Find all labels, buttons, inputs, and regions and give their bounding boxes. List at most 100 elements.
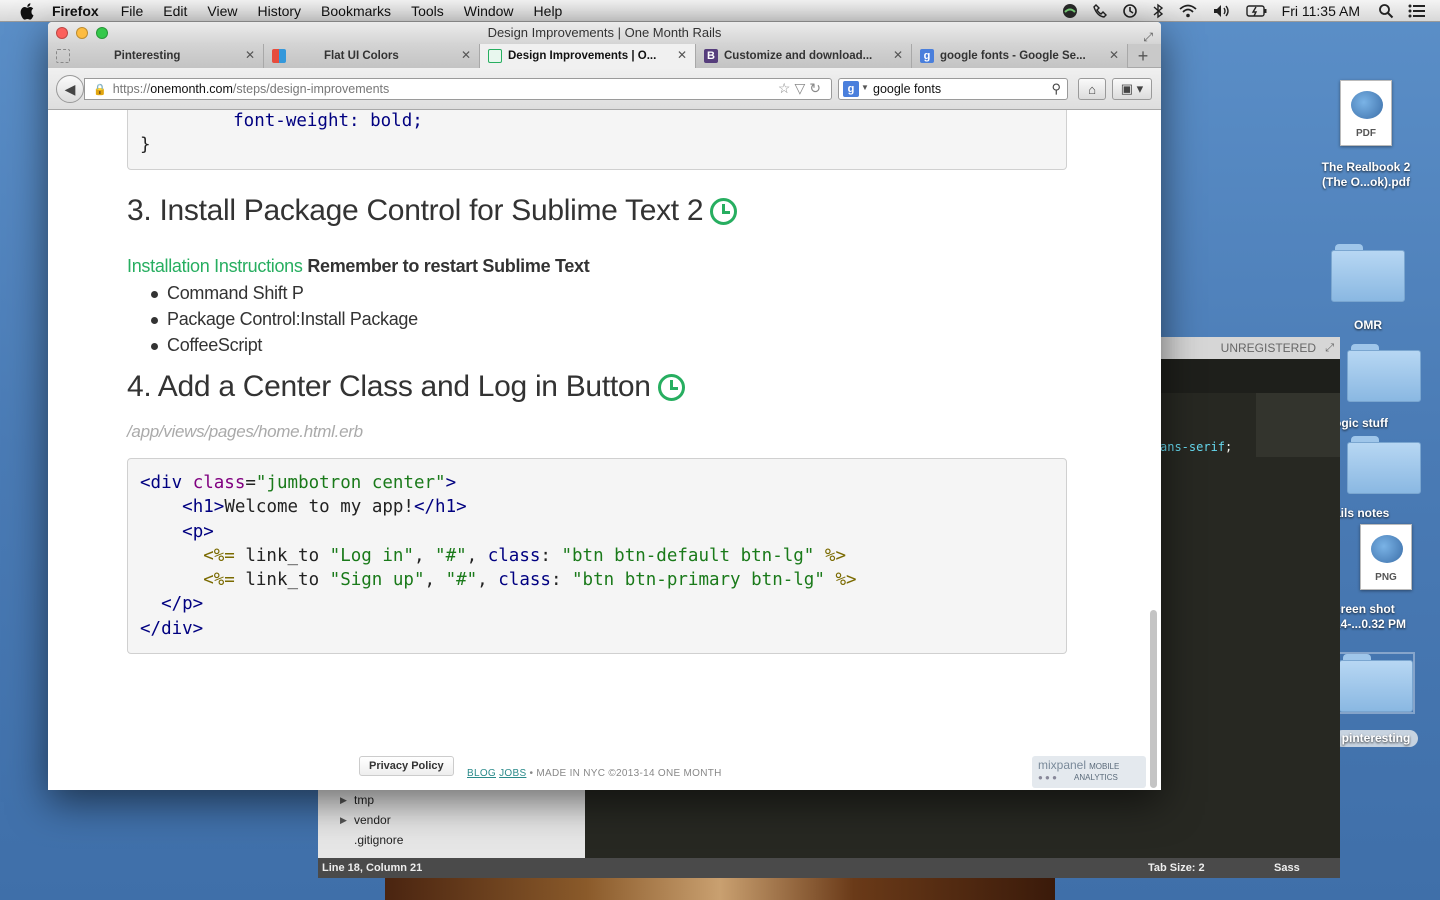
sidebar-file-gitignore[interactable]: .gitignore (318, 830, 585, 850)
sublime-minimap[interactable] (1256, 393, 1340, 457)
code-line: </div> (140, 618, 204, 639)
close-tab-icon[interactable]: ✕ (1109, 48, 1119, 62)
apple-icon[interactable] (18, 1, 38, 21)
sublime-tab-bar (1160, 359, 1340, 393)
battery-icon[interactable] (1245, 4, 1268, 18)
tab-google-fonts-search[interactable]: g google fonts - Google Se... ✕ (912, 44, 1128, 68)
close-tab-icon[interactable]: ✕ (893, 48, 903, 62)
folder-icon (1347, 344, 1421, 402)
menu-bookmarks[interactable]: Bookmarks (321, 3, 391, 19)
jobs-link[interactable]: JOBS (499, 768, 526, 779)
disclosure-triangle-icon[interactable]: ▶ (340, 795, 354, 806)
installation-instructions-link[interactable]: Installation Instructions (127, 256, 303, 276)
time-machine-icon[interactable] (1122, 3, 1138, 19)
sidebar-folder-vendor[interactable]: ▶ vendor (318, 810, 585, 830)
erb-code-block: <div class="jumbotron center"> <h1>Welco… (127, 458, 1067, 654)
mixpanel-dots-icon: ● ● ● (1038, 773, 1057, 782)
bookmarks-menu-button[interactable]: ▣ ▾ (1112, 78, 1152, 100)
code-line: <p> (182, 521, 214, 542)
pdf-file-icon: PDF (1340, 80, 1392, 146)
lock-icon[interactable]: 🔒 (93, 83, 107, 96)
desktop-icon-realbook-pdf[interactable]: PDF The Realbook 2 (The O...ok).pdf (1308, 80, 1424, 190)
new-tab-button[interactable]: + (1128, 44, 1158, 68)
privacy-policy-button[interactable]: Privacy Policy (359, 756, 454, 776)
folder-icon (1331, 244, 1405, 302)
desktop-icon-rails-notes-folder[interactable]: ails notes (1334, 436, 1434, 521)
zoom-window-button[interactable] (96, 27, 108, 39)
bookmark-star-icon[interactable]: ☆ (778, 80, 795, 96)
close-window-button[interactable] (56, 27, 68, 39)
disclosure-triangle-icon[interactable]: ▶ (340, 815, 354, 826)
folder-icon (1337, 652, 1415, 714)
phone-icon[interactable] (1092, 3, 1108, 19)
menu-edit[interactable]: Edit (163, 3, 187, 19)
desktop-icon-logic-folder[interactable]: ogic stuff (1334, 344, 1434, 431)
menu-tools[interactable]: Tools (411, 3, 444, 19)
page-content[interactable]: font-weight: bold; } 3. Install Package … (48, 110, 1161, 790)
minimize-window-button[interactable] (76, 27, 88, 39)
spotlight-search-icon[interactable] (1378, 3, 1394, 19)
reload-icon[interactable]: ↻ (809, 80, 825, 96)
step-3-list: Command Shift P Package Control:Install … (151, 282, 418, 360)
volume-icon[interactable] (1212, 3, 1232, 19)
google-search-engine-icon[interactable]: g (843, 81, 859, 97)
firefox-window: Design Improvements | One Month Rails ⤢ … (48, 22, 1161, 790)
back-button[interactable]: ◀ (56, 75, 84, 103)
desktop-wallpaper-photo (385, 876, 1055, 900)
tab-flat-ui-colors[interactable]: Flat UI Colors ✕ (264, 44, 480, 68)
home-button[interactable]: ⌂ (1078, 78, 1106, 100)
close-tab-icon[interactable]: ✕ (461, 48, 471, 62)
calendar-favicon-icon (488, 49, 502, 63)
page-scrollbar[interactable] (1150, 610, 1157, 788)
sublime-status-bar: Line 18, Column 21 Tab Size: 2 Sass (318, 858, 1340, 878)
footer-links: BLOG JOBS • MADE IN NYC ©2013-14 ONE MON… (467, 768, 722, 779)
bluetooth-icon[interactable] (1152, 3, 1164, 19)
desktop-icon-omr-folder[interactable]: OMR (1328, 244, 1408, 333)
menu-file[interactable]: File (121, 3, 144, 19)
syntax-selector[interactable]: Sass (1274, 862, 1300, 874)
chevron-down-icon[interactable]: ▼ (861, 83, 869, 92)
history-dropdown-icon[interactable]: ▽ (794, 80, 809, 96)
tab-size-selector[interactable]: Tab Size: 2 (1148, 862, 1205, 874)
desktop-icon-pinteresting-folder[interactable]: pinteresting (1334, 652, 1418, 747)
footer-copyright: • MADE IN NYC ©2013-14 ONE MONTH (529, 768, 722, 779)
menu-app-firefox[interactable]: Firefox (52, 3, 99, 19)
blog-link[interactable]: BLOG (467, 768, 496, 779)
sublime-unregistered-label: UNREGISTERED (1220, 341, 1316, 355)
menu-window[interactable]: Window (464, 3, 514, 19)
expand-icon[interactable]: ⤢ (1325, 342, 1334, 355)
menu-help[interactable]: Help (534, 3, 563, 19)
sublime-code-fragment[interactable]: ans-serif; (1160, 440, 1232, 454)
desktop-icon-label: ogic stuff (1334, 416, 1388, 430)
code-line: <div class="jumbotron center"> (140, 473, 457, 493)
tab-design-improvements[interactable]: Design Improvements | O... ✕ (480, 44, 696, 68)
folder-icon (1347, 436, 1421, 494)
notification-center-icon[interactable] (1408, 3, 1426, 19)
cursor-position: Line 18, Column 21 (322, 862, 423, 874)
menu-history[interactable]: History (257, 3, 301, 19)
close-tab-icon[interactable]: ✕ (245, 48, 255, 62)
list-item: Command Shift P (151, 282, 418, 308)
list-item: CoffeeScript (151, 334, 418, 360)
css-code-block: font-weight: bold; } (127, 110, 1067, 170)
step-3-heading: 3. Install Package Control for Sublime T… (127, 194, 738, 228)
wifi-icon[interactable] (1178, 3, 1198, 19)
restart-note: Remember to restart Sublime Text (307, 256, 590, 276)
mixpanel-badge[interactable]: mixpanel MOBILE ● ● ● ANALYTICS (1032, 756, 1146, 788)
desktop-icon-label: The Realbook 2 (The O...ok).pdf (1321, 160, 1411, 189)
sidebar-folder-tmp[interactable]: ▶ tmp (318, 790, 585, 810)
search-bar[interactable]: g ▼ google fonts ⚲ (838, 78, 1068, 100)
code-line: <h1>Welcome to my app!</h1> (182, 497, 467, 518)
menu-view[interactable]: View (207, 3, 237, 19)
sublime-sidebar: ▶ tmp ▶ vendor .gitignore (318, 790, 585, 858)
status-menu-icon[interactable] (1062, 3, 1078, 19)
url-bar[interactable]: 🔒 https://onemonth.com/steps/design-impr… (84, 78, 832, 100)
search-icon[interactable]: ⚲ (1051, 81, 1061, 97)
close-tab-icon[interactable]: ✕ (677, 48, 687, 62)
tab-customize-download[interactable]: B Customize and download... ✕ (696, 44, 912, 68)
desktop-icon-screenshot-png[interactable]: PNG creen shot 14-...0.32 PM (1334, 524, 1438, 632)
bookmarks-icon: ▣ ▾ (1120, 81, 1144, 96)
code-line: <%= link_to "Log in", "#", class: "btn b… (203, 545, 846, 566)
tab-pinteresting[interactable]: Pinteresting ✕ (48, 44, 264, 68)
menubar-clock[interactable]: Fri 11:35 AM (1282, 3, 1360, 19)
